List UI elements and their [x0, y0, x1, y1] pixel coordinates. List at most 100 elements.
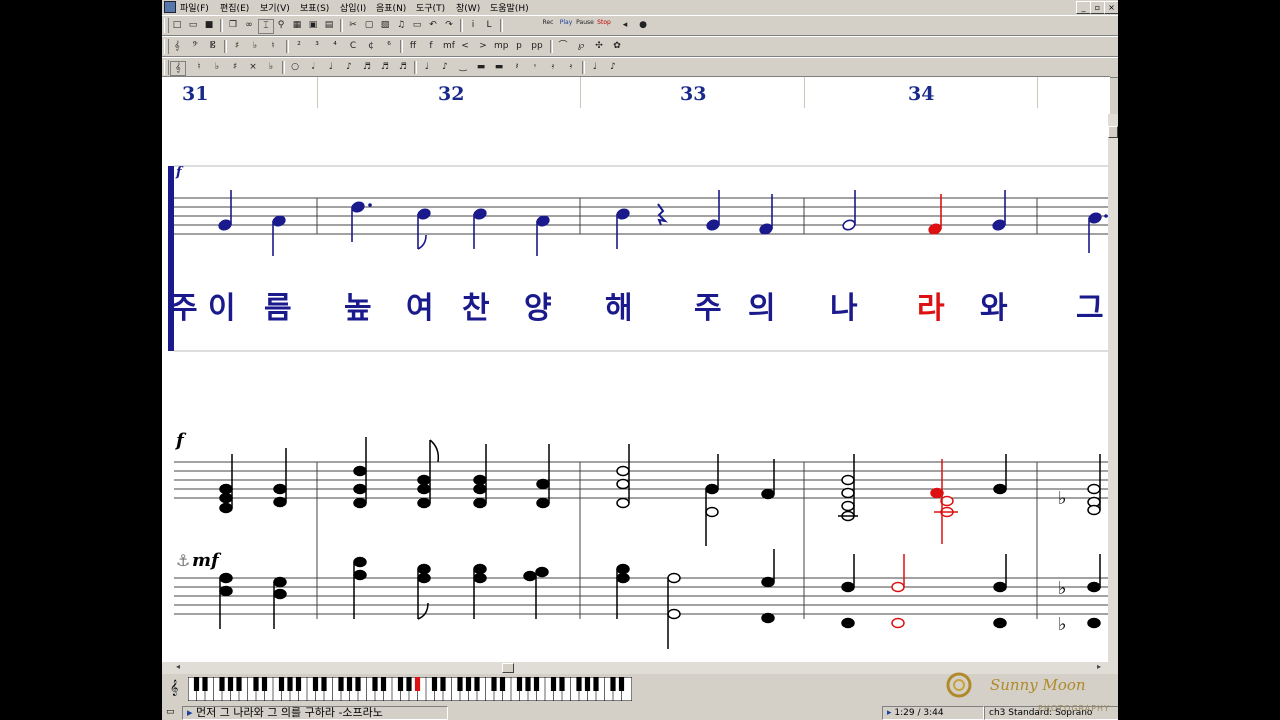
eighth-rest-icon[interactable]: 𝄾 [528, 61, 542, 74]
score-canvas[interactable]: f 주 이 름 높 여 찬 양 해 주 의 나 라 와 그 f ♭ ⚓ mf ♭… [162, 114, 1108, 662]
piano-black-key[interactable] [414, 677, 421, 691]
piano-black-key[interactable] [593, 677, 599, 691]
record-button[interactable]: Rec [540, 19, 556, 32]
double-sharp-icon[interactable]: × [246, 61, 260, 74]
menu-view[interactable]: 보기(V) [260, 1, 290, 14]
eighth-note-icon[interactable]: ♪ [342, 61, 356, 74]
menu-help[interactable]: 도움말(H) [490, 1, 529, 14]
dynamic-f-icon[interactable]: f [424, 40, 438, 53]
horizontal-scroll-thumb[interactable] [502, 663, 514, 673]
piano-black-key[interactable] [440, 677, 446, 691]
app-icon[interactable] [164, 1, 176, 13]
grid-icon[interactable]: ▦ [290, 19, 304, 32]
piano-black-key[interactable] [406, 677, 412, 691]
undo-icon[interactable]: ↶ [426, 19, 440, 32]
piano-black-key[interactable] [559, 677, 565, 691]
natural-icon[interactable]: ♮ [192, 61, 206, 74]
piano-black-key[interactable] [287, 677, 293, 691]
piano-black-key[interactable] [338, 677, 344, 691]
treble-clef-icon[interactable]: 𝄞 [170, 40, 184, 53]
half-note-icon[interactable]: 𝅗𝅥 [306, 61, 320, 74]
grace-note-icon[interactable]: ♪ [438, 61, 452, 74]
flat-icon[interactable]: ♭ [210, 61, 224, 74]
piano-black-key[interactable] [219, 677, 225, 691]
piano-black-key[interactable] [372, 677, 378, 691]
piano-black-key[interactable] [533, 677, 540, 691]
thirtysecond-note-icon[interactable]: ♬ [378, 61, 392, 74]
cursor-tool-icon[interactable]: ⌶ [258, 19, 274, 34]
piano-black-key[interactable] [236, 677, 242, 691]
time-sig-2-4-icon[interactable]: ² [292, 40, 306, 53]
sixteenth-note-icon[interactable]: ♬ [360, 61, 374, 74]
piano-black-key[interactable] [193, 677, 200, 691]
piano-black-key[interactable] [457, 677, 463, 691]
view-icon[interactable]: ▣ [306, 19, 320, 32]
piano-black-key[interactable] [499, 677, 506, 691]
piano-black-key[interactable] [550, 677, 557, 691]
time-sig-3-4-icon[interactable]: ³ [310, 40, 324, 53]
piano-black-key[interactable] [474, 677, 480, 691]
toolbar-grip[interactable] [164, 18, 169, 33]
crescendo-icon[interactable]: < [458, 40, 472, 53]
tie-icon[interactable]: ‿ [456, 61, 470, 74]
vertical-scroll-thumb[interactable] [1108, 126, 1118, 138]
zoom-icon[interactable]: ⚲ [274, 19, 288, 32]
delete-icon[interactable]: ▭ [410, 19, 424, 32]
triplet-icon[interactable]: ♩ [588, 61, 602, 74]
cut-icon[interactable]: ✂ [346, 19, 360, 32]
thirtysecond-rest-icon[interactable]: 𝄿 [564, 61, 578, 74]
clipboard-icon[interactable]: ▧ [378, 19, 392, 32]
decrescendo-icon[interactable]: > [476, 40, 490, 53]
toolbar-grip[interactable] [164, 60, 169, 75]
piano-black-key[interactable] [516, 677, 523, 691]
pause-button[interactable]: Pause [576, 19, 594, 32]
restore-button[interactable]: ▫ [1090, 1, 1105, 14]
dynamic-pp-icon[interactable]: pp [530, 40, 544, 53]
open-folder-icon[interactable]: ▭ [186, 19, 200, 32]
note-insert-icon[interactable]: ♫ [394, 19, 408, 32]
vertical-scrollbar[interactable] [1108, 114, 1118, 674]
volume-icon[interactable]: ◂ [618, 19, 632, 32]
bass-clef-icon[interactable]: 𝄢 [188, 40, 202, 53]
staff-icon[interactable]: 𝄞 [170, 680, 178, 696]
menu-edit[interactable]: 편집(E) [220, 1, 249, 14]
chord-icon[interactable]: ♪ [606, 61, 620, 74]
key-natural-icon[interactable]: ♮ [266, 40, 280, 53]
key-flat-icon[interactable]: ♭ [248, 40, 262, 53]
piano-black-key[interactable] [261, 677, 268, 691]
speaker-icon[interactable]: ● [636, 19, 650, 32]
piano-black-key[interactable] [525, 677, 531, 691]
piano-black-key[interactable] [584, 677, 591, 691]
piano-black-key[interactable] [576, 677, 582, 691]
time-sig-4-4-icon[interactable]: ⁴ [328, 40, 342, 53]
piano-black-key[interactable] [491, 677, 497, 691]
menu-file[interactable]: 파일(F) [180, 1, 209, 14]
save-icon[interactable]: ■ [202, 19, 216, 32]
fermata-icon[interactable]: ⌒ [556, 40, 570, 53]
select-clef-icon[interactable]: 𝄞 [170, 61, 186, 76]
menu-staff[interactable]: 보표(S) [300, 1, 329, 14]
double-flat-icon[interactable]: ♭ [264, 61, 278, 74]
piano-black-key[interactable] [346, 677, 353, 691]
play-button[interactable]: Play [558, 19, 574, 32]
quarter-note-icon[interactable]: ♩ [324, 61, 338, 74]
lyric-tool-icon[interactable]: L [482, 19, 496, 32]
menu-tools[interactable]: 도구(T) [416, 1, 445, 14]
dynamic-mf-icon[interactable]: mf [442, 40, 456, 53]
whole-rest-icon[interactable]: ▬ [474, 61, 488, 74]
cut-time-icon[interactable]: ¢ [364, 40, 378, 53]
piano-keyboard[interactable] [188, 677, 632, 701]
copy-icon[interactable]: ❐ [226, 19, 240, 32]
dynamic-mp-icon[interactable]: mp [494, 40, 508, 53]
piano-black-key[interactable] [312, 677, 319, 691]
stop-button[interactable]: Stop [596, 19, 612, 32]
close-button[interactable]: × [1104, 1, 1118, 14]
piano-black-key[interactable] [202, 677, 208, 691]
menu-window[interactable]: 창(W) [456, 1, 480, 14]
piano-black-key[interactable] [431, 677, 438, 691]
whole-note-icon[interactable]: ○ [288, 61, 302, 74]
piano-black-key[interactable] [321, 677, 327, 691]
layout-icon[interactable]: ▤ [322, 19, 336, 32]
dotted-note-icon[interactable]: ♩ [420, 61, 434, 74]
flower-icon[interactable]: ✿ [610, 40, 624, 53]
